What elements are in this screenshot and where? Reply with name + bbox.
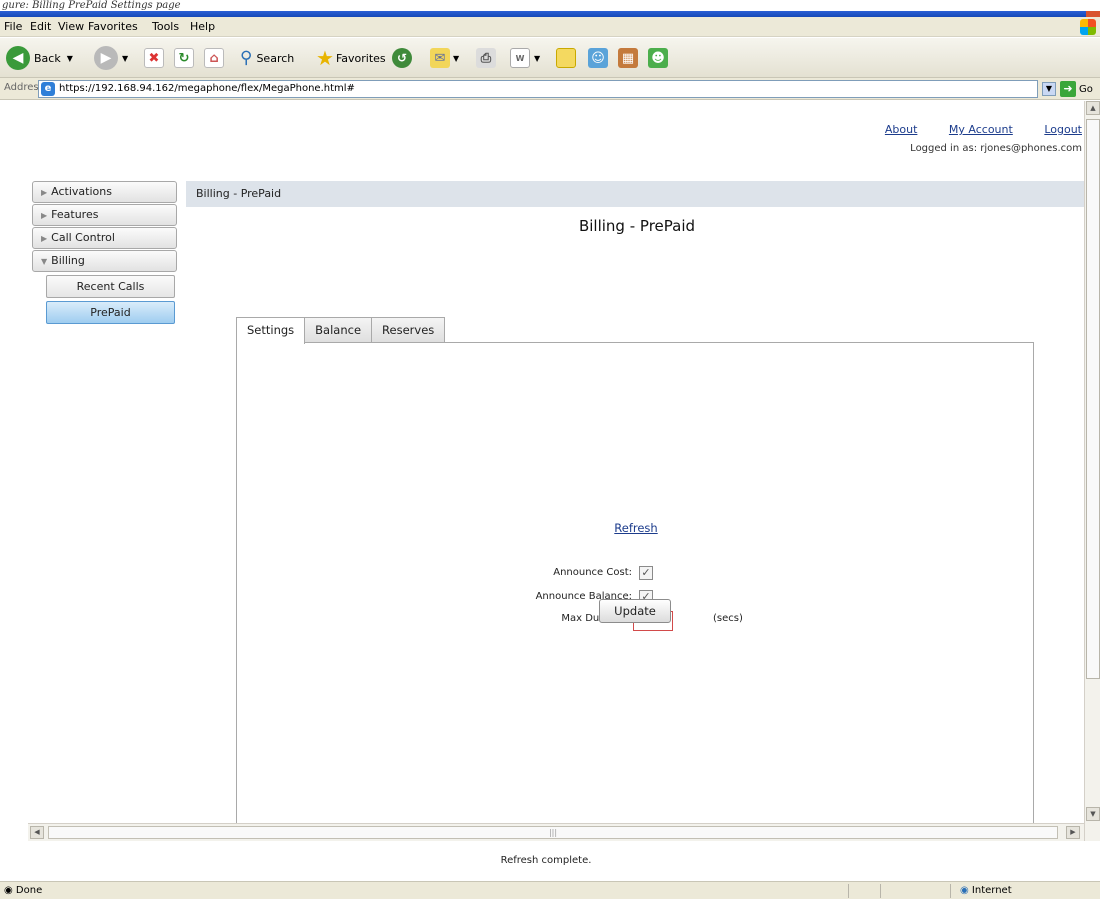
windows-logo-icon — [1080, 19, 1096, 35]
menu-edit[interactable]: Edit — [30, 20, 51, 33]
go-arrow-icon: ➜ — [1060, 81, 1076, 97]
scroll-right-icon[interactable]: ▶ — [1066, 826, 1080, 839]
my-account-link[interactable]: My Account — [949, 123, 1013, 136]
stop-icon[interactable]: ✖ — [144, 48, 164, 68]
header-links: About My Account Logout — [857, 123, 1082, 136]
megaphone-app: About My Account Logout Logged in as: rj… — [8, 101, 1084, 823]
status-divider — [880, 884, 881, 898]
refresh-icon[interactable]: ↻ — [174, 48, 194, 68]
triangle-right-icon: ▶ — [41, 211, 48, 220]
update-button[interactable]: Update — [599, 599, 671, 623]
research-icon[interactable]: ▦ — [618, 48, 638, 68]
forward-button[interactable]: ▶ ▼ — [94, 46, 128, 70]
scroll-left-icon[interactable]: ◀ — [30, 826, 44, 839]
status-zone-label: Internet — [971, 885, 1012, 896]
tab-balance[interactable]: Balance — [304, 317, 373, 343]
nav-label: Billing — [51, 254, 85, 267]
horizontal-scroll-thumb[interactable]: ||| — [48, 826, 1058, 839]
tab-reserves[interactable]: Reserves — [371, 317, 446, 343]
mail-icon[interactable]: ✉ — [430, 48, 450, 68]
nav-recent-calls[interactable]: Recent Calls — [46, 275, 175, 298]
logout-link[interactable]: Logout — [1044, 123, 1082, 136]
address-dropdown-icon[interactable]: ▼ — [1042, 82, 1056, 96]
tab-bar: Settings Balance Reserves — [236, 317, 446, 344]
nav-billing[interactable]: ▼ Billing — [32, 250, 177, 272]
back-icon: ◀ — [6, 46, 30, 70]
favorites-icon: ★ — [316, 46, 334, 70]
search-icon: ⚲ — [240, 48, 253, 68]
menu-file[interactable]: File — [4, 20, 22, 33]
page-title: Billing - PrePaid — [578, 217, 696, 235]
status-divider — [950, 884, 951, 898]
logged-in-text: Logged in as: rjones@phones.com — [910, 143, 1082, 154]
status-done-label: Done — [15, 885, 43, 896]
chevron-down-icon: ▼ — [66, 53, 73, 63]
chevron-down-icon: ▼ — [534, 53, 541, 63]
messenger-icon[interactable]: ☺ — [588, 48, 608, 68]
favorites-button[interactable]: ★ Favorites — [316, 46, 386, 70]
nav-label: Activations — [51, 185, 112, 198]
favorites-label: Favorites — [335, 51, 386, 65]
chevron-down-icon: ▼ — [453, 53, 460, 63]
nav-activations[interactable]: ▶ Activations — [32, 181, 177, 203]
max-duration-unit: (secs) — [713, 613, 743, 624]
home-icon[interactable]: ⌂ — [204, 48, 224, 68]
nav-prepaid[interactable]: PrePaid — [46, 301, 175, 324]
nav-features[interactable]: ▶ Features — [32, 204, 177, 226]
search-button[interactable]: ⚲ Search — [240, 46, 294, 70]
triangle-down-icon: ▼ — [41, 257, 48, 266]
browser-viewport: About My Account Logout Logged in as: rj… — [8, 101, 1100, 841]
address-bar: Address e https://192.168.94.162/megapho… — [0, 78, 1100, 100]
horizontal-scrollbar[interactable]: ◀ ||| ▶ — [28, 823, 1084, 841]
menu-view[interactable]: View — [58, 20, 84, 33]
people-icon[interactable]: ☻ — [648, 48, 668, 68]
announce-cost-row: Announce Cost: ✓ — [237, 565, 1035, 583]
tab-settings[interactable]: Settings — [236, 317, 306, 344]
scroll-up-icon[interactable]: ▲ — [1086, 101, 1100, 115]
search-label: Search — [256, 51, 295, 65]
browser-toolbar: ◀ Back ▼ ▶ ▼ ✖ ↻ ⌂ ⚲ Search ★ Favorites … — [0, 38, 1100, 78]
scroll-down-icon[interactable]: ▼ — [1086, 807, 1100, 821]
app-status-text: Refresh complete. — [8, 841, 1084, 881]
vertical-scrollbar[interactable]: ▲ ▼ — [1084, 101, 1100, 841]
print-icon[interactable]: ⎙ — [476, 48, 496, 68]
folder-icon[interactable] — [556, 48, 576, 68]
status-zone: ◉ Internet — [960, 885, 1012, 896]
status-divider — [848, 884, 849, 898]
triangle-right-icon: ▶ — [41, 234, 48, 243]
address-url: https://192.168.94.162/megaphone/flex/Me… — [59, 83, 355, 94]
globe-icon: ◉ — [960, 885, 969, 896]
menu-tools[interactable]: Tools — [152, 20, 179, 33]
edit-icon[interactable]: W — [510, 48, 530, 68]
back-label: Back — [34, 51, 61, 65]
nav-call-control[interactable]: ▶ Call Control — [32, 227, 177, 249]
address-input[interactable]: e https://192.168.94.162/megaphone/flex/… — [38, 80, 1038, 98]
menu-help[interactable]: Help — [190, 20, 215, 33]
status-done: ◉ Done — [4, 885, 43, 896]
forward-icon: ▶ — [94, 46, 118, 70]
vertical-scroll-thumb[interactable] — [1086, 119, 1100, 679]
sidebar-nav: ▶ Activations ▶ Features ▶ Call Control ▼ Bi… — [32, 181, 177, 327]
nav-label: Features — [51, 208, 99, 221]
menu-bar: File Edit View Favorites Tools Help — [0, 17, 1100, 37]
settings-tab-panel: Refresh Announce Cost: ✓ Announce Balanc… — [236, 342, 1034, 823]
chevron-down-icon: ▼ — [122, 53, 129, 63]
panel-header: Billing - PrePaid — [186, 181, 1084, 207]
history-icon[interactable]: ↺ — [392, 48, 412, 68]
about-link[interactable]: About — [885, 123, 918, 136]
go-label: Go — [1079, 83, 1093, 95]
ie-page-icon: e — [41, 82, 55, 96]
panel-body: Billing - PrePaid Settings Balance Reser… — [190, 207, 1084, 823]
go-button[interactable]: ➜ Go — [1060, 81, 1093, 97]
nav-label: Call Control — [51, 231, 115, 244]
triangle-right-icon: ▶ — [41, 188, 48, 197]
browser-status-bar: ◉ Done ◉ Internet — [0, 881, 1100, 899]
refresh-link[interactable]: Refresh — [237, 521, 1035, 535]
announce-cost-label: Announce Cost: — [553, 567, 632, 578]
menu-favorites[interactable]: Favorites — [88, 20, 138, 33]
announce-cost-checkbox[interactable]: ✓ — [639, 566, 653, 580]
back-button[interactable]: ◀ Back ▼ — [6, 46, 73, 70]
